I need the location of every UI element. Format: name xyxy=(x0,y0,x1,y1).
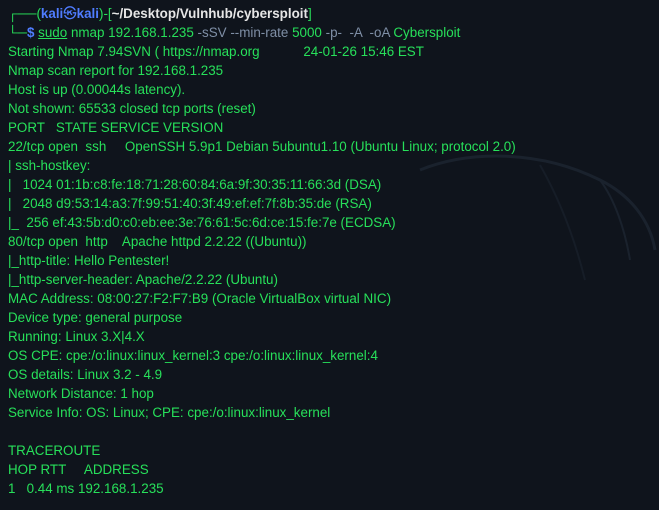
output-line: |_ 256 ef:43:5b:d0:c0:eb:ee:3e:76:61:5c:… xyxy=(8,215,396,230)
output-start-line: Starting Nmap 7.94SVN ( https://nmap.org… xyxy=(8,42,655,61)
output-line: MAC Address: 08:00:27:F2:F7:B9 (Oracle V… xyxy=(8,291,392,306)
output-line: Host is up (0.00044s latency). xyxy=(8,82,186,97)
output-start-a: Starting Nmap 7.94SVN ( https://nmap.org xyxy=(8,44,260,59)
output-line: 22/tcp open ssh OpenSSH 5.9p1 Debian 5ub… xyxy=(8,139,516,154)
output-line: OS CPE: cpe:/o:linux:linux_kernel:3 cpe:… xyxy=(8,348,378,363)
output-line-blank xyxy=(8,422,655,441)
prompt-line-1: ┌──(kali㉿kali)-[~/Desktop/Vulnhub/cybers… xyxy=(8,6,312,21)
output-line: | ssh-hostkey: xyxy=(8,158,95,173)
cmd-target-ip: 192.168.1.235 xyxy=(108,25,194,40)
terminal-output: ┌──(kali㉿kali)-[~/Desktop/Vulnhub/cybers… xyxy=(8,4,655,498)
output-line: Network Distance: 1 hop xyxy=(8,386,154,401)
output-line: 1 0.44 ms 192.168.1.235 xyxy=(8,481,164,496)
cmd-opt-output: -oA xyxy=(369,25,390,40)
prompt-path: ~/Desktop/Vulnhub/cybersploit xyxy=(111,6,308,21)
cmd-sudo: sudo xyxy=(38,25,68,40)
terminal-window[interactable]: ┌──(kali㉿kali)-[~/Desktop/Vulnhub/cybers… xyxy=(0,0,659,510)
output-line: |_http-title: Hello Pentester! xyxy=(8,253,170,268)
prompt-dollar: $ xyxy=(26,25,39,40)
cmd-opt-ports: -p- xyxy=(325,25,342,40)
cmd-rate: 5000 xyxy=(292,25,322,40)
redacted-block xyxy=(263,45,304,60)
output-line: | 1024 01:1b:c8:fe:18:71:28:60:84:6a:9f:… xyxy=(8,177,382,192)
output-line: Nmap scan report for 192.168.1.235 xyxy=(8,63,224,78)
cmd-output-name: Cybersploit xyxy=(393,25,461,40)
cmd-program: nmap xyxy=(70,25,105,40)
output-line: Device type: general purpose xyxy=(8,310,183,325)
output-line: Not shown: 65533 closed tcp ports (reset… xyxy=(8,101,256,116)
prompt-skull-icon: ㉿ xyxy=(63,6,77,21)
output-line: | 2048 d9:53:14:a3:7f:99:51:40:3f:49:ef:… xyxy=(8,196,372,211)
output-line: Running: Linux 3.X|4.X xyxy=(8,329,145,344)
cmd-opt-min-rate: --min-rate xyxy=(230,25,289,40)
cmd-opt-aggressive: -A xyxy=(349,25,363,40)
output-line: Service Info: OS: Linux; CPE: cpe:/o:lin… xyxy=(8,405,331,420)
output-line: |_http-server-header: Apache/2.2.22 (Ubu… xyxy=(8,272,278,287)
output-line: PORT STATE SERVICE VERSION xyxy=(8,120,224,135)
output-start-b: 24-01-26 15:46 EST xyxy=(303,44,424,59)
prompt-line-2[interactable]: └─$ sudo nmap 192.168.1.235 -sSV --min-r… xyxy=(8,23,655,42)
cmd-opt-ssv: -sSV xyxy=(197,25,227,40)
output-line: TRACEROUTE xyxy=(8,443,101,458)
prompt-host: kali xyxy=(76,6,99,21)
prompt-user: kali xyxy=(40,6,64,21)
output-line: HOP RTT ADDRESS xyxy=(8,462,149,477)
output-line: 80/tcp open http Apache httpd 2.2.22 ((U… xyxy=(8,234,307,249)
output-line: OS details: Linux 3.2 - 4.9 xyxy=(8,367,163,382)
